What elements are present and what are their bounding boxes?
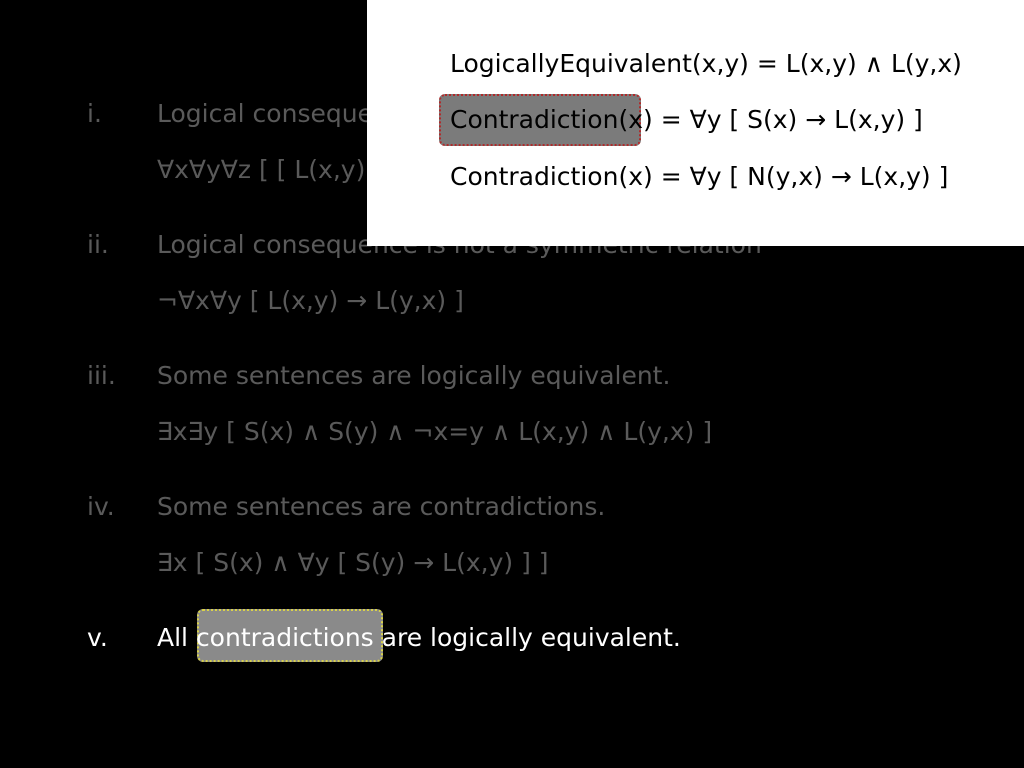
item-text-iv: Some sentences are contradictions. <box>157 492 606 521</box>
item-number-ii: ii. <box>87 230 109 259</box>
item-formula-iii: ∃x∃y [ S(x) ∧ S(y) ∧ ¬x=y ∧ L(x,y) ∧ L(y… <box>157 417 713 446</box>
item-text-iii: Some sentences are logically equivalent. <box>157 361 671 390</box>
definitions-popup-content: LogicallyEquivalent(x,y) = L(x,y) ∧ L(y,… <box>367 0 1024 246</box>
item-number-iv: iv. <box>87 492 115 521</box>
item-number-iii: iii. <box>87 361 116 390</box>
definition-contradiction-n: Contradiction(x) = ∀y [ N(y,x) → L(x,y) … <box>450 162 949 191</box>
item-text-v: All contradictions are logically equival… <box>157 623 681 652</box>
item-formula-iv: ∃x [ S(x) ∧ ∀y [ S(y) → L(x,y) ] ] <box>157 548 549 577</box>
item-number-v: v. <box>87 623 108 652</box>
item-number-i: i. <box>87 99 102 128</box>
definition-logically-equivalent: LogicallyEquivalent(x,y) = L(x,y) ∧ L(y,… <box>450 49 962 78</box>
item-formula-ii: ¬∀x∀y [ L(x,y) → L(y,x) ] <box>157 286 464 315</box>
definition-contradiction-s: Contradiction(x) = ∀y [ S(x) → L(x,y) ] <box>450 105 923 134</box>
